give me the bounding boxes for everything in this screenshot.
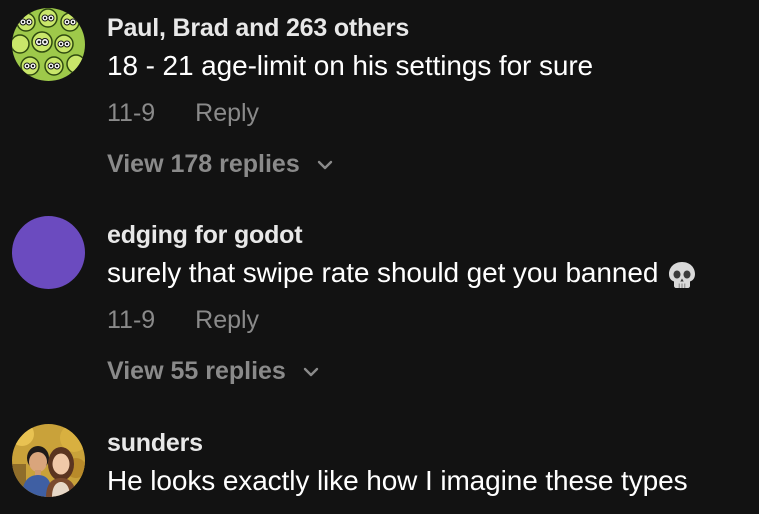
comment-date: 11-9	[107, 99, 156, 127]
alien-pattern-icon	[12, 8, 85, 81]
comment-text: He looks exactly like how I imagine thes…	[107, 465, 688, 496]
view-replies-button[interactable]: View 178 replies	[107, 150, 335, 179]
avatar[interactable]	[12, 424, 85, 497]
view-replies-button[interactable]: View 55 replies	[107, 357, 321, 386]
avatar[interactable]	[12, 216, 85, 289]
comment-text: surely that swipe rate should get you ba…	[107, 257, 698, 291]
skull-icon	[669, 261, 696, 288]
chevron-down-icon	[303, 368, 318, 377]
reply-button[interactable]: Reply	[195, 99, 259, 128]
avatar[interactable]	[12, 8, 85, 81]
chevron-down-icon	[317, 161, 332, 170]
comment-meta: 11-9 Reply	[107, 99, 259, 128]
comment-username[interactable]: sunders	[107, 429, 203, 458]
comment-text: 18 - 21 age-limit on his settings for su…	[107, 50, 594, 81]
view-replies-label: View 178 replies	[107, 150, 300, 178]
comment-text-content: surely that swipe rate should get you ba…	[107, 257, 659, 288]
reply-button[interactable]: Reply	[195, 306, 259, 335]
comment-meta: 11-9 Reply	[107, 306, 259, 335]
comment-username[interactable]: edging for godot	[107, 221, 303, 250]
comment-date: 11-9	[107, 306, 156, 334]
view-replies-label: View 55 replies	[107, 357, 286, 385]
couple-photo-icon	[12, 424, 85, 497]
comment-username[interactable]: Paul, Brad and 263 others	[107, 14, 409, 43]
